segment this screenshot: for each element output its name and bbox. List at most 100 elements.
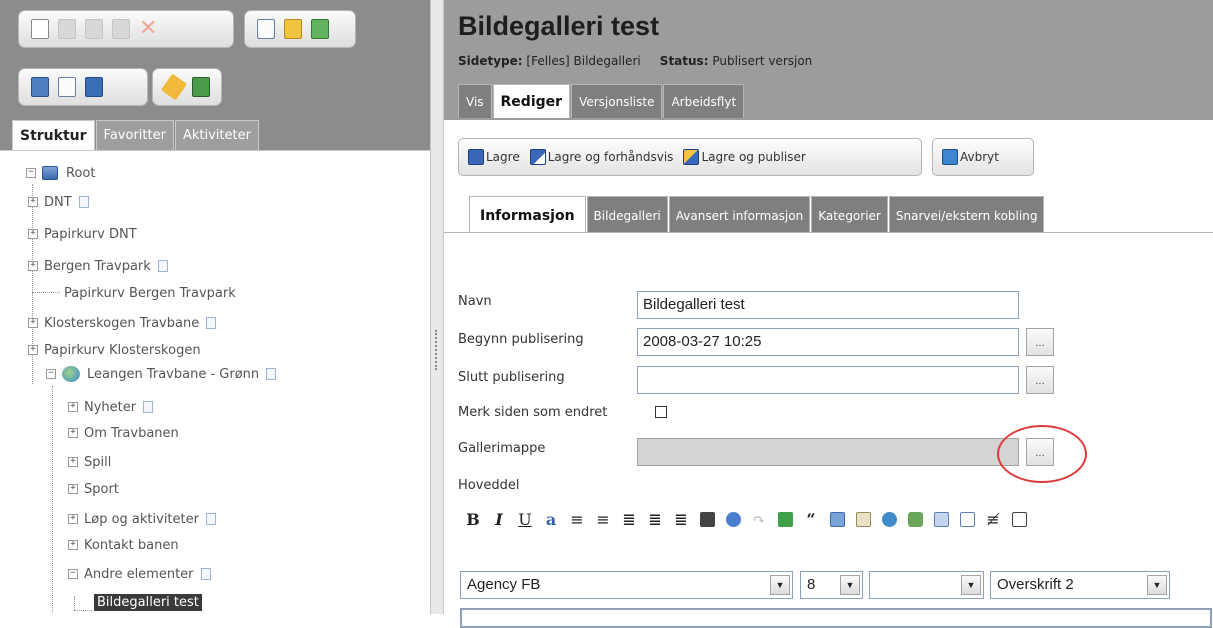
tab-informasjon[interactable]: Informasjon: [469, 196, 586, 232]
end-field[interactable]: [637, 366, 1019, 394]
tab-favoritter[interactable]: Favoritter: [95, 120, 174, 150]
document-icon[interactable]: [850, 508, 876, 530]
format-select[interactable]: Overskrift 2 ▼: [990, 571, 1170, 599]
expand-icon[interactable]: +: [28, 261, 38, 271]
end-browse-button[interactable]: ...: [1026, 366, 1054, 394]
expand-icon[interactable]: +: [68, 484, 78, 494]
editor-body[interactable]: [460, 608, 1212, 628]
tab-arbeidsflyt[interactable]: Arbeidsflyt: [663, 84, 745, 118]
save-button[interactable]: Lagre: [463, 143, 525, 171]
tab-aktiviteter[interactable]: Aktiviteter: [174, 120, 259, 150]
tab-bildegalleri[interactable]: Bildegalleri: [586, 196, 668, 232]
italic-icon[interactable]: I: [486, 508, 512, 530]
expand-icon[interactable]: +: [28, 229, 38, 239]
tab-kategorier[interactable]: Kategorier: [811, 196, 888, 232]
help-icon[interactable]: [85, 77, 103, 97]
db-icon[interactable]: [284, 19, 302, 39]
chevron-down-icon[interactable]: ▼: [770, 575, 790, 595]
font-select[interactable]: Agency FB ▼: [460, 571, 793, 599]
bullet-list-icon[interactable]: ≡: [590, 508, 616, 530]
tree-node-sport[interactable]: + Sport: [68, 477, 119, 501]
tree-node-dnt[interactable]: + DNT: [28, 190, 89, 214]
new-page-icon[interactable]: [31, 19, 49, 39]
name-field[interactable]: Bildegalleri test: [637, 291, 1019, 319]
window-icon[interactable]: [1006, 508, 1032, 530]
align-left-icon[interactable]: ≣: [616, 508, 642, 530]
tree-node-nyheter[interactable]: + Nyheter: [68, 395, 154, 419]
tree-node-papirkurv-dnt[interactable]: + Papirkurv DNT: [28, 222, 137, 246]
tree-node-bildegalleri[interactable]: Bildegalleri test: [94, 590, 202, 614]
tree-node-kontakt[interactable]: + Kontakt banen: [68, 533, 179, 557]
find-icon[interactable]: [694, 508, 720, 530]
expand-icon[interactable]: +: [28, 318, 38, 328]
tree-icon[interactable]: [311, 19, 329, 39]
link-icon[interactable]: [876, 508, 902, 530]
tab-versjonsliste[interactable]: Versjonsliste: [571, 84, 663, 118]
users-icon[interactable]: [192, 77, 210, 97]
delete-icon[interactable]: ✕: [139, 18, 157, 40]
quote-icon[interactable]: “: [798, 508, 824, 530]
tree-node-spill[interactable]: + Spill: [68, 450, 111, 474]
expand-icon[interactable]: +: [28, 197, 38, 207]
changed-checkbox[interactable]: [655, 406, 667, 418]
expand-icon[interactable]: +: [68, 428, 78, 438]
tab-avansert[interactable]: Avansert informasjon: [668, 196, 811, 232]
tree-node-papirkurv-bergen[interactable]: Papirkurv Bergen Travpark: [64, 281, 236, 305]
expand-icon[interactable]: +: [68, 540, 78, 550]
page-icon: [78, 196, 89, 208]
collapse-icon[interactable]: −: [68, 569, 78, 579]
tree-node-andre[interactable]: − Andre elementer: [68, 562, 211, 586]
cancel-button[interactable]: Avbryt: [937, 143, 1004, 171]
tree-node-klosterskogen[interactable]: + Klosterskogen Travbane: [28, 311, 217, 335]
bold-icon[interactable]: B: [460, 508, 486, 530]
start-field[interactable]: 2008-03-27 10:25: [637, 328, 1019, 356]
tree-node-bergen[interactable]: + Bergen Travpark: [28, 254, 168, 278]
key-icon[interactable]: [160, 73, 188, 101]
expand-icon[interactable]: +: [68, 402, 78, 412]
tree-node-leangen[interactable]: − Leangen Travbane - Grønn: [46, 362, 277, 386]
save-preview-button[interactable]: Lagre og forhåndsvis: [525, 143, 679, 171]
anchor-icon[interactable]: [902, 508, 928, 530]
collapse-icon[interactable]: −: [46, 369, 56, 379]
copy-icon[interactable]: [85, 19, 103, 39]
font-color-icon[interactable]: a: [538, 508, 564, 530]
underline-icon[interactable]: U: [512, 508, 538, 530]
table-icon[interactable]: [928, 508, 954, 530]
tree-node-om-travbanen[interactable]: + Om Travbanen: [68, 421, 179, 445]
splitter-grip[interactable]: [435, 330, 437, 370]
redo-icon[interactable]: ↷: [746, 508, 772, 530]
collapse-icon[interactable]: −: [26, 168, 36, 178]
chevron-down-icon[interactable]: ▼: [961, 575, 981, 595]
expand-icon[interactable]: +: [28, 345, 38, 355]
tab-struktur[interactable]: Struktur: [12, 120, 95, 150]
expand-icon[interactable]: +: [68, 514, 78, 524]
tab-snarvei[interactable]: Snarvei/ekstern kobling: [888, 196, 1045, 232]
pane-splitter[interactable]: [430, 0, 444, 614]
image-icon[interactable]: [824, 508, 850, 530]
search-page-icon[interactable]: [58, 77, 76, 97]
style-select[interactable]: ▼: [869, 571, 984, 599]
arrow-icon[interactable]: [772, 508, 798, 530]
align-right-icon[interactable]: ≣: [668, 508, 694, 530]
cut-icon[interactable]: [58, 19, 76, 39]
undo-icon[interactable]: [720, 508, 746, 530]
expand-icon[interactable]: +: [68, 457, 78, 467]
save-publish-button[interactable]: Lagre og publiser: [678, 143, 810, 171]
paste-icon[interactable]: [112, 19, 130, 39]
tree-node-lop[interactable]: + Løp og aktiviteter: [68, 507, 216, 531]
size-select[interactable]: 8 ▼: [800, 571, 863, 599]
gallery-field[interactable]: [637, 438, 1019, 466]
tree-node-papirkurv-klosterskogen[interactable]: + Papirkurv Klosterskogen: [28, 338, 201, 362]
ordered-list-icon[interactable]: ≡: [564, 508, 590, 530]
tab-rediger[interactable]: Rediger: [492, 84, 571, 118]
chevron-down-icon[interactable]: ▼: [840, 575, 860, 595]
chevron-down-icon[interactable]: ▼: [1147, 575, 1167, 595]
monitor-icon[interactable]: [31, 77, 49, 97]
tab-vis[interactable]: Vis: [458, 84, 492, 118]
align-center-icon[interactable]: ≣: [642, 508, 668, 530]
start-browse-button[interactable]: ...: [1026, 328, 1054, 356]
format-icon[interactable]: ≢: [980, 508, 1006, 530]
checkbox-icon[interactable]: [954, 508, 980, 530]
tree-node-root[interactable]: − Root: [26, 161, 95, 185]
panel-icon[interactable]: [257, 19, 275, 39]
